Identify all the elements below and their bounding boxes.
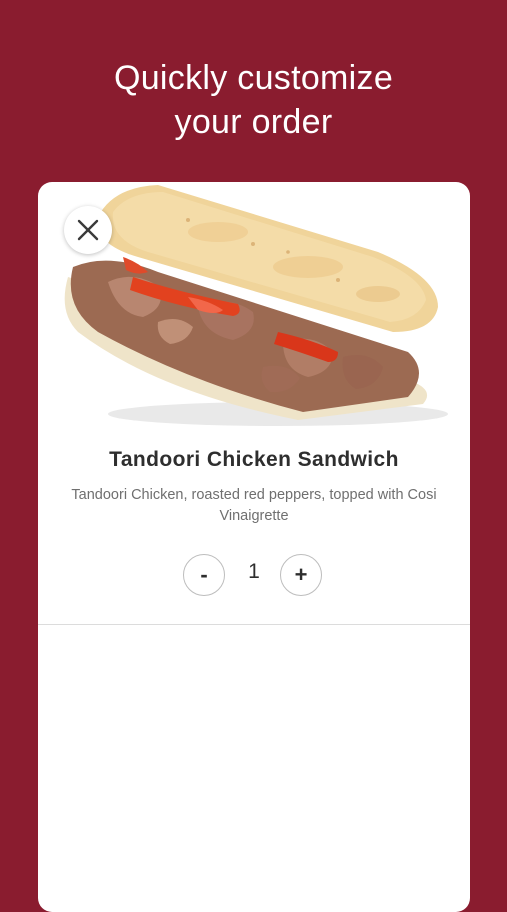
quantity-stepper: - 1 + bbox=[38, 554, 470, 600]
increase-quantity-button[interactable]: + bbox=[280, 554, 322, 596]
plus-icon: + bbox=[294, 562, 308, 587]
item-name: Tandoori Chicken Sandwich bbox=[109, 448, 399, 471]
minus-icon: - bbox=[200, 562, 208, 587]
section-divider bbox=[38, 624, 470, 625]
decrease-quantity-button[interactable]: - bbox=[183, 554, 225, 596]
headline-line-1: Quickly customize bbox=[113, 59, 394, 97]
headline-line-2: your order bbox=[174, 103, 333, 141]
promo-headline: Quickly customize your order bbox=[0, 56, 507, 144]
item-description: Tandoori Chicken, roasted red peppers, t… bbox=[71, 487, 437, 524]
item-card: Tandoori Chicken Sandwich Tandoori Chick… bbox=[38, 182, 470, 912]
quantity-value: 1 bbox=[248, 560, 260, 583]
close-button[interactable] bbox=[64, 206, 112, 254]
close-icon bbox=[77, 219, 99, 241]
